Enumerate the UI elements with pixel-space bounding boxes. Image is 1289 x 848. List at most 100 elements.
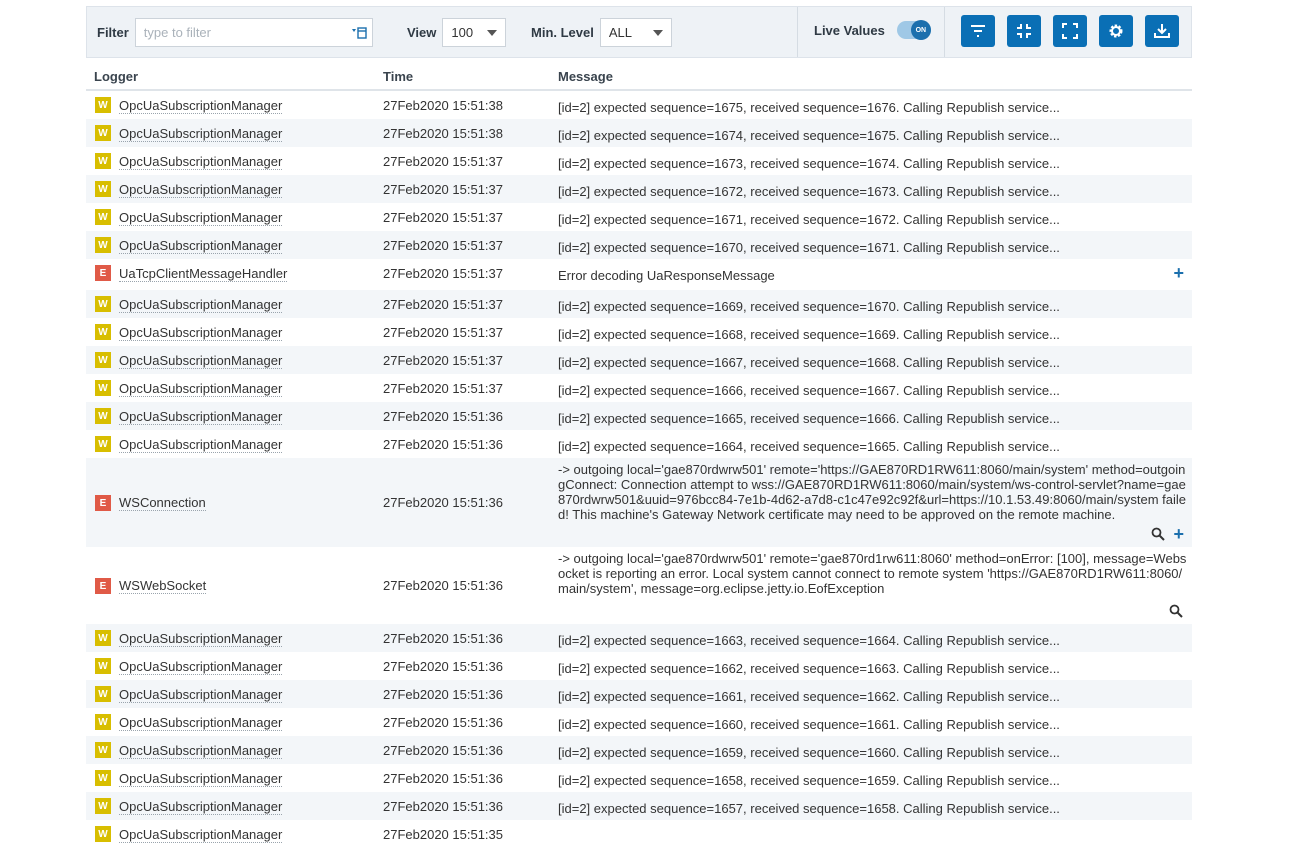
level-badge: W xyxy=(95,826,111,842)
expand-plus-icon[interactable]: + xyxy=(1173,264,1184,282)
logger-name[interactable]: OpcUaSubscriptionManager xyxy=(119,715,283,731)
log-toolbar: Filter View 100 Min. Level ALL Live Valu… xyxy=(86,6,1192,58)
logger-name[interactable]: UaTcpClientMessageHandler xyxy=(119,266,288,282)
logger-name[interactable]: OpcUaSubscriptionManager xyxy=(119,238,283,254)
level-badge: W xyxy=(95,742,111,758)
live-values-toggle[interactable]: ON xyxy=(896,20,931,40)
logger-name[interactable]: OpcUaSubscriptionManager xyxy=(119,631,283,647)
log-message: [id=2] expected sequence=1669, received … xyxy=(558,299,1060,314)
log-time: 27Feb2020 15:51:36 xyxy=(383,771,503,786)
expand-plus-icon[interactable]: + xyxy=(1173,525,1184,543)
table-row[interactable]: W OpcUaSubscriptionManager 27Feb2020 15:51… xyxy=(86,430,1192,458)
level-badge: W xyxy=(95,181,111,197)
chevron-down-icon xyxy=(487,30,498,36)
logger-name[interactable]: OpcUaSubscriptionManager xyxy=(119,659,283,675)
log-message: [id=2] expected sequence=1666, received … xyxy=(558,383,1060,398)
table-row[interactable]: E UaTcpClientMessageHandler 27Feb2020 15:5… xyxy=(86,259,1192,290)
table-row[interactable]: W OpcUaSubscriptionManager 27Feb2020 15:51… xyxy=(86,820,1192,848)
table-row[interactable]: W OpcUaSubscriptionManager 27Feb2020 15:51… xyxy=(86,680,1192,708)
view-select[interactable]: 100 xyxy=(442,18,507,47)
search-icon[interactable] xyxy=(1151,527,1165,541)
logger-name[interactable]: OpcUaSubscriptionManager xyxy=(119,743,283,759)
column-header-message[interactable]: Message xyxy=(558,69,613,84)
logger-name[interactable]: OpcUaSubscriptionManager xyxy=(119,687,283,703)
log-message: [id=2] expected sequence=1670, received … xyxy=(558,240,1060,255)
minlevel-group: Min. Level ALL xyxy=(531,18,672,47)
filter-settings-button[interactable] xyxy=(961,15,995,47)
minlevel-select[interactable]: ALL xyxy=(599,18,672,47)
chevron-down-icon xyxy=(652,30,663,36)
logger-name[interactable]: OpcUaSubscriptionManager xyxy=(119,126,283,142)
logger-name[interactable]: OpcUaSubscriptionManager xyxy=(119,325,283,341)
table-row[interactable]: W OpcUaSubscriptionManager 27Feb2020 15:51… xyxy=(86,119,1192,147)
table-row[interactable]: W OpcUaSubscriptionManager 27Feb2020 15:51… xyxy=(86,736,1192,764)
filter-lines-icon xyxy=(971,25,985,37)
table-row[interactable]: W OpcUaSubscriptionManager 27Feb2020 15:51… xyxy=(86,346,1192,374)
table-row[interactable]: W OpcUaSubscriptionManager 27Feb2020 15:51… xyxy=(86,708,1192,736)
table-row[interactable]: W OpcUaSubscriptionManager 27Feb2020 15:51… xyxy=(86,792,1192,820)
logger-name[interactable]: OpcUaSubscriptionManager xyxy=(119,799,283,815)
table-row[interactable]: W OpcUaSubscriptionManager 27Feb2020 15:51… xyxy=(86,175,1192,203)
filter-input[interactable] xyxy=(135,19,336,46)
log-time: 27Feb2020 15:51:37 xyxy=(383,297,503,312)
table-row[interactable]: E WSWebSocket 27Feb2020 15:51:36 -> outgoin… xyxy=(86,547,1192,624)
level-badge: W xyxy=(95,237,111,253)
log-message: [id=2] expected sequence=1662, received … xyxy=(558,661,1060,676)
logger-name[interactable]: WSConnection xyxy=(119,495,206,511)
table-row[interactable]: W OpcUaSubscriptionManager 27Feb2020 15:51… xyxy=(86,374,1192,402)
log-time: 27Feb2020 15:51:37 xyxy=(383,210,503,225)
table-row[interactable]: W OpcUaSubscriptionManager 27Feb2020 15:51… xyxy=(86,147,1192,175)
logger-name[interactable]: OpcUaSubscriptionManager xyxy=(119,437,283,453)
toolbar-divider xyxy=(944,7,945,57)
logger-name[interactable]: OpcUaSubscriptionManager xyxy=(119,210,283,226)
live-values-group: Live Values ON xyxy=(814,20,931,40)
logger-name[interactable]: OpcUaSubscriptionManager xyxy=(119,297,283,313)
table-row[interactable]: E WSConnection 27Feb2020 15:51:36 -> outgoi… xyxy=(86,458,1192,547)
log-message: [id=2] expected sequence=1664, received … xyxy=(558,439,1060,454)
table-row[interactable]: W OpcUaSubscriptionManager 27Feb2020 15:51… xyxy=(86,624,1192,652)
table-row[interactable]: W OpcUaSubscriptionManager 27Feb2020 15:51… xyxy=(86,91,1192,119)
table-row[interactable]: W OpcUaSubscriptionManager 27Feb2020 15:51… xyxy=(86,318,1192,346)
logger-name[interactable]: OpcUaSubscriptionManager xyxy=(119,409,283,425)
filter-options-icon[interactable] xyxy=(351,26,367,40)
level-badge: W xyxy=(95,153,111,169)
level-badge: W xyxy=(95,714,111,730)
collapse-button[interactable] xyxy=(1007,15,1041,47)
logger-name[interactable]: WSWebSocket xyxy=(119,578,207,594)
table-row[interactable]: W OpcUaSubscriptionManager 27Feb2020 15:51… xyxy=(86,290,1192,318)
log-message: -> outgoing local='gae870rdwrw501' remot… xyxy=(558,551,1187,596)
column-header-logger[interactable]: Logger xyxy=(94,69,138,84)
logger-name[interactable]: OpcUaSubscriptionManager xyxy=(119,182,283,198)
log-message: [id=2] expected sequence=1675, received … xyxy=(558,100,1060,115)
logger-name[interactable]: OpcUaSubscriptionManager xyxy=(119,98,283,114)
level-badge: W xyxy=(95,97,111,113)
level-badge: W xyxy=(95,209,111,225)
log-time: 27Feb2020 15:51:37 xyxy=(383,182,503,197)
column-header-time[interactable]: Time xyxy=(383,69,413,84)
download-icon xyxy=(1154,24,1170,38)
table-row[interactable]: W OpcUaSubscriptionManager 27Feb2020 15:51… xyxy=(86,231,1192,259)
expand-button[interactable] xyxy=(1053,15,1087,47)
download-button[interactable] xyxy=(1145,15,1179,47)
log-time: 27Feb2020 15:51:37 xyxy=(383,154,503,169)
settings-button[interactable] xyxy=(1099,15,1133,47)
logger-name[interactable]: OpcUaSubscriptionManager xyxy=(119,381,283,397)
table-row[interactable]: W OpcUaSubscriptionManager 27Feb2020 15:51… xyxy=(86,652,1192,680)
logger-name[interactable]: OpcUaSubscriptionManager xyxy=(119,353,283,369)
table-row[interactable]: W OpcUaSubscriptionManager 27Feb2020 15:51… xyxy=(86,402,1192,430)
log-message: [id=2] expected sequence=1671, received … xyxy=(558,212,1060,227)
table-row[interactable]: W OpcUaSubscriptionManager 27Feb2020 15:51… xyxy=(86,764,1192,792)
log-time: 27Feb2020 15:51:36 xyxy=(383,631,503,646)
level-badge: E xyxy=(95,265,111,281)
toolbar-divider xyxy=(797,7,798,57)
log-message: -> outgoing local='gae870rdwrw501' remot… xyxy=(558,462,1187,522)
logger-name[interactable]: OpcUaSubscriptionManager xyxy=(119,154,283,170)
logger-name[interactable]: OpcUaSubscriptionManager xyxy=(119,771,283,787)
logger-name[interactable]: OpcUaSubscriptionManager xyxy=(119,827,283,843)
table-row[interactable]: W OpcUaSubscriptionManager 27Feb2020 15:51… xyxy=(86,203,1192,231)
view-select-value: 100 xyxy=(451,25,474,40)
view-label: View xyxy=(407,25,437,40)
log-message: [id=2] expected sequence=1673, received … xyxy=(558,156,1060,171)
search-icon[interactable] xyxy=(1169,604,1183,618)
filter-field[interactable] xyxy=(134,18,373,47)
